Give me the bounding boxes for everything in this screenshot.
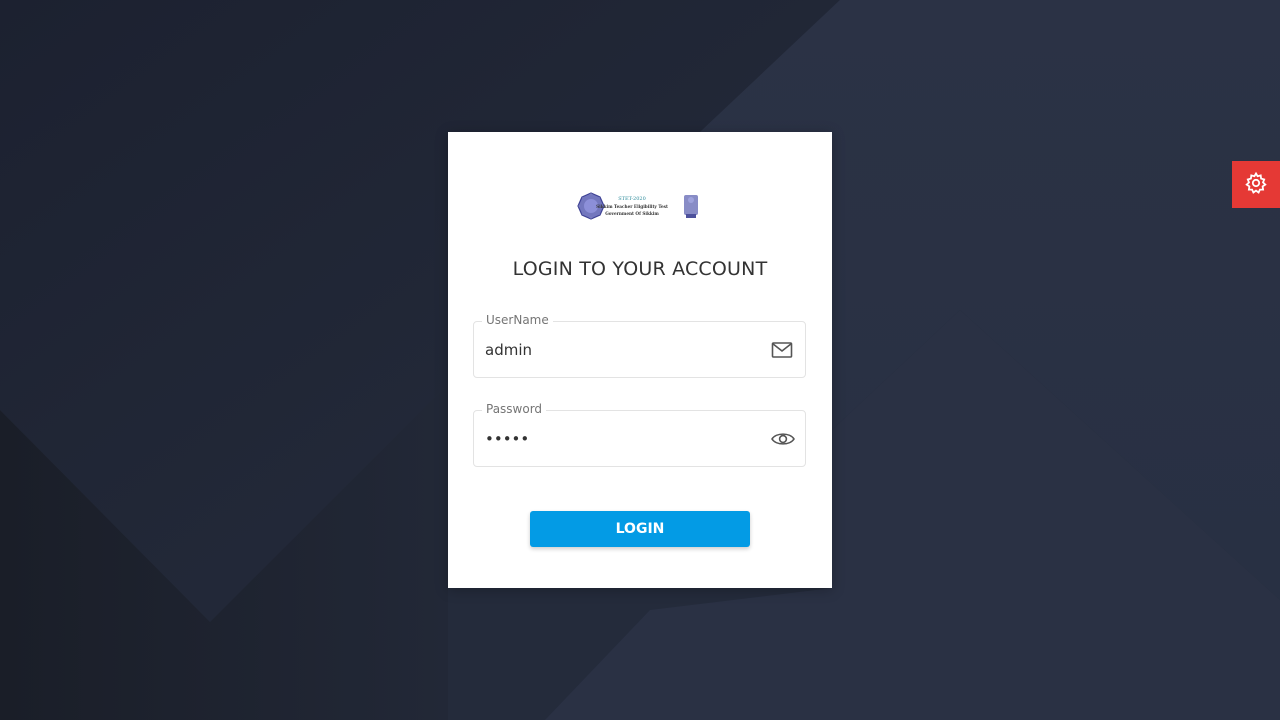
settings-button[interactable] [1232, 161, 1280, 208]
login-button[interactable]: LOGIN [530, 511, 750, 547]
page-title: LOGIN TO YOUR ACCOUNT [512, 258, 768, 280]
stet-logo: STET-2020 Sikkim Teacher Eligibility Tes… [576, 192, 704, 222]
username-label: UserName [482, 313, 553, 327]
logo-line-1: STET-2020 [618, 196, 646, 202]
mail-icon [771, 340, 793, 360]
password-field: Password [473, 402, 806, 467]
password-label: Password [482, 402, 547, 416]
logo-line-3: Government Of Sikkim [605, 211, 659, 216]
username-field: UserName [473, 313, 806, 378]
eye-icon[interactable] [771, 429, 795, 449]
login-card: STET-2020 Sikkim Teacher Eligibility Tes… [448, 132, 832, 588]
password-input[interactable] [485, 427, 755, 451]
logo-line-2: Sikkim Teacher Eligibility Test [596, 204, 668, 209]
logo-image: STET-2020 Sikkim Teacher Eligibility Tes… [577, 192, 698, 220]
username-input[interactable] [485, 338, 755, 362]
gear-icon [1244, 171, 1268, 199]
